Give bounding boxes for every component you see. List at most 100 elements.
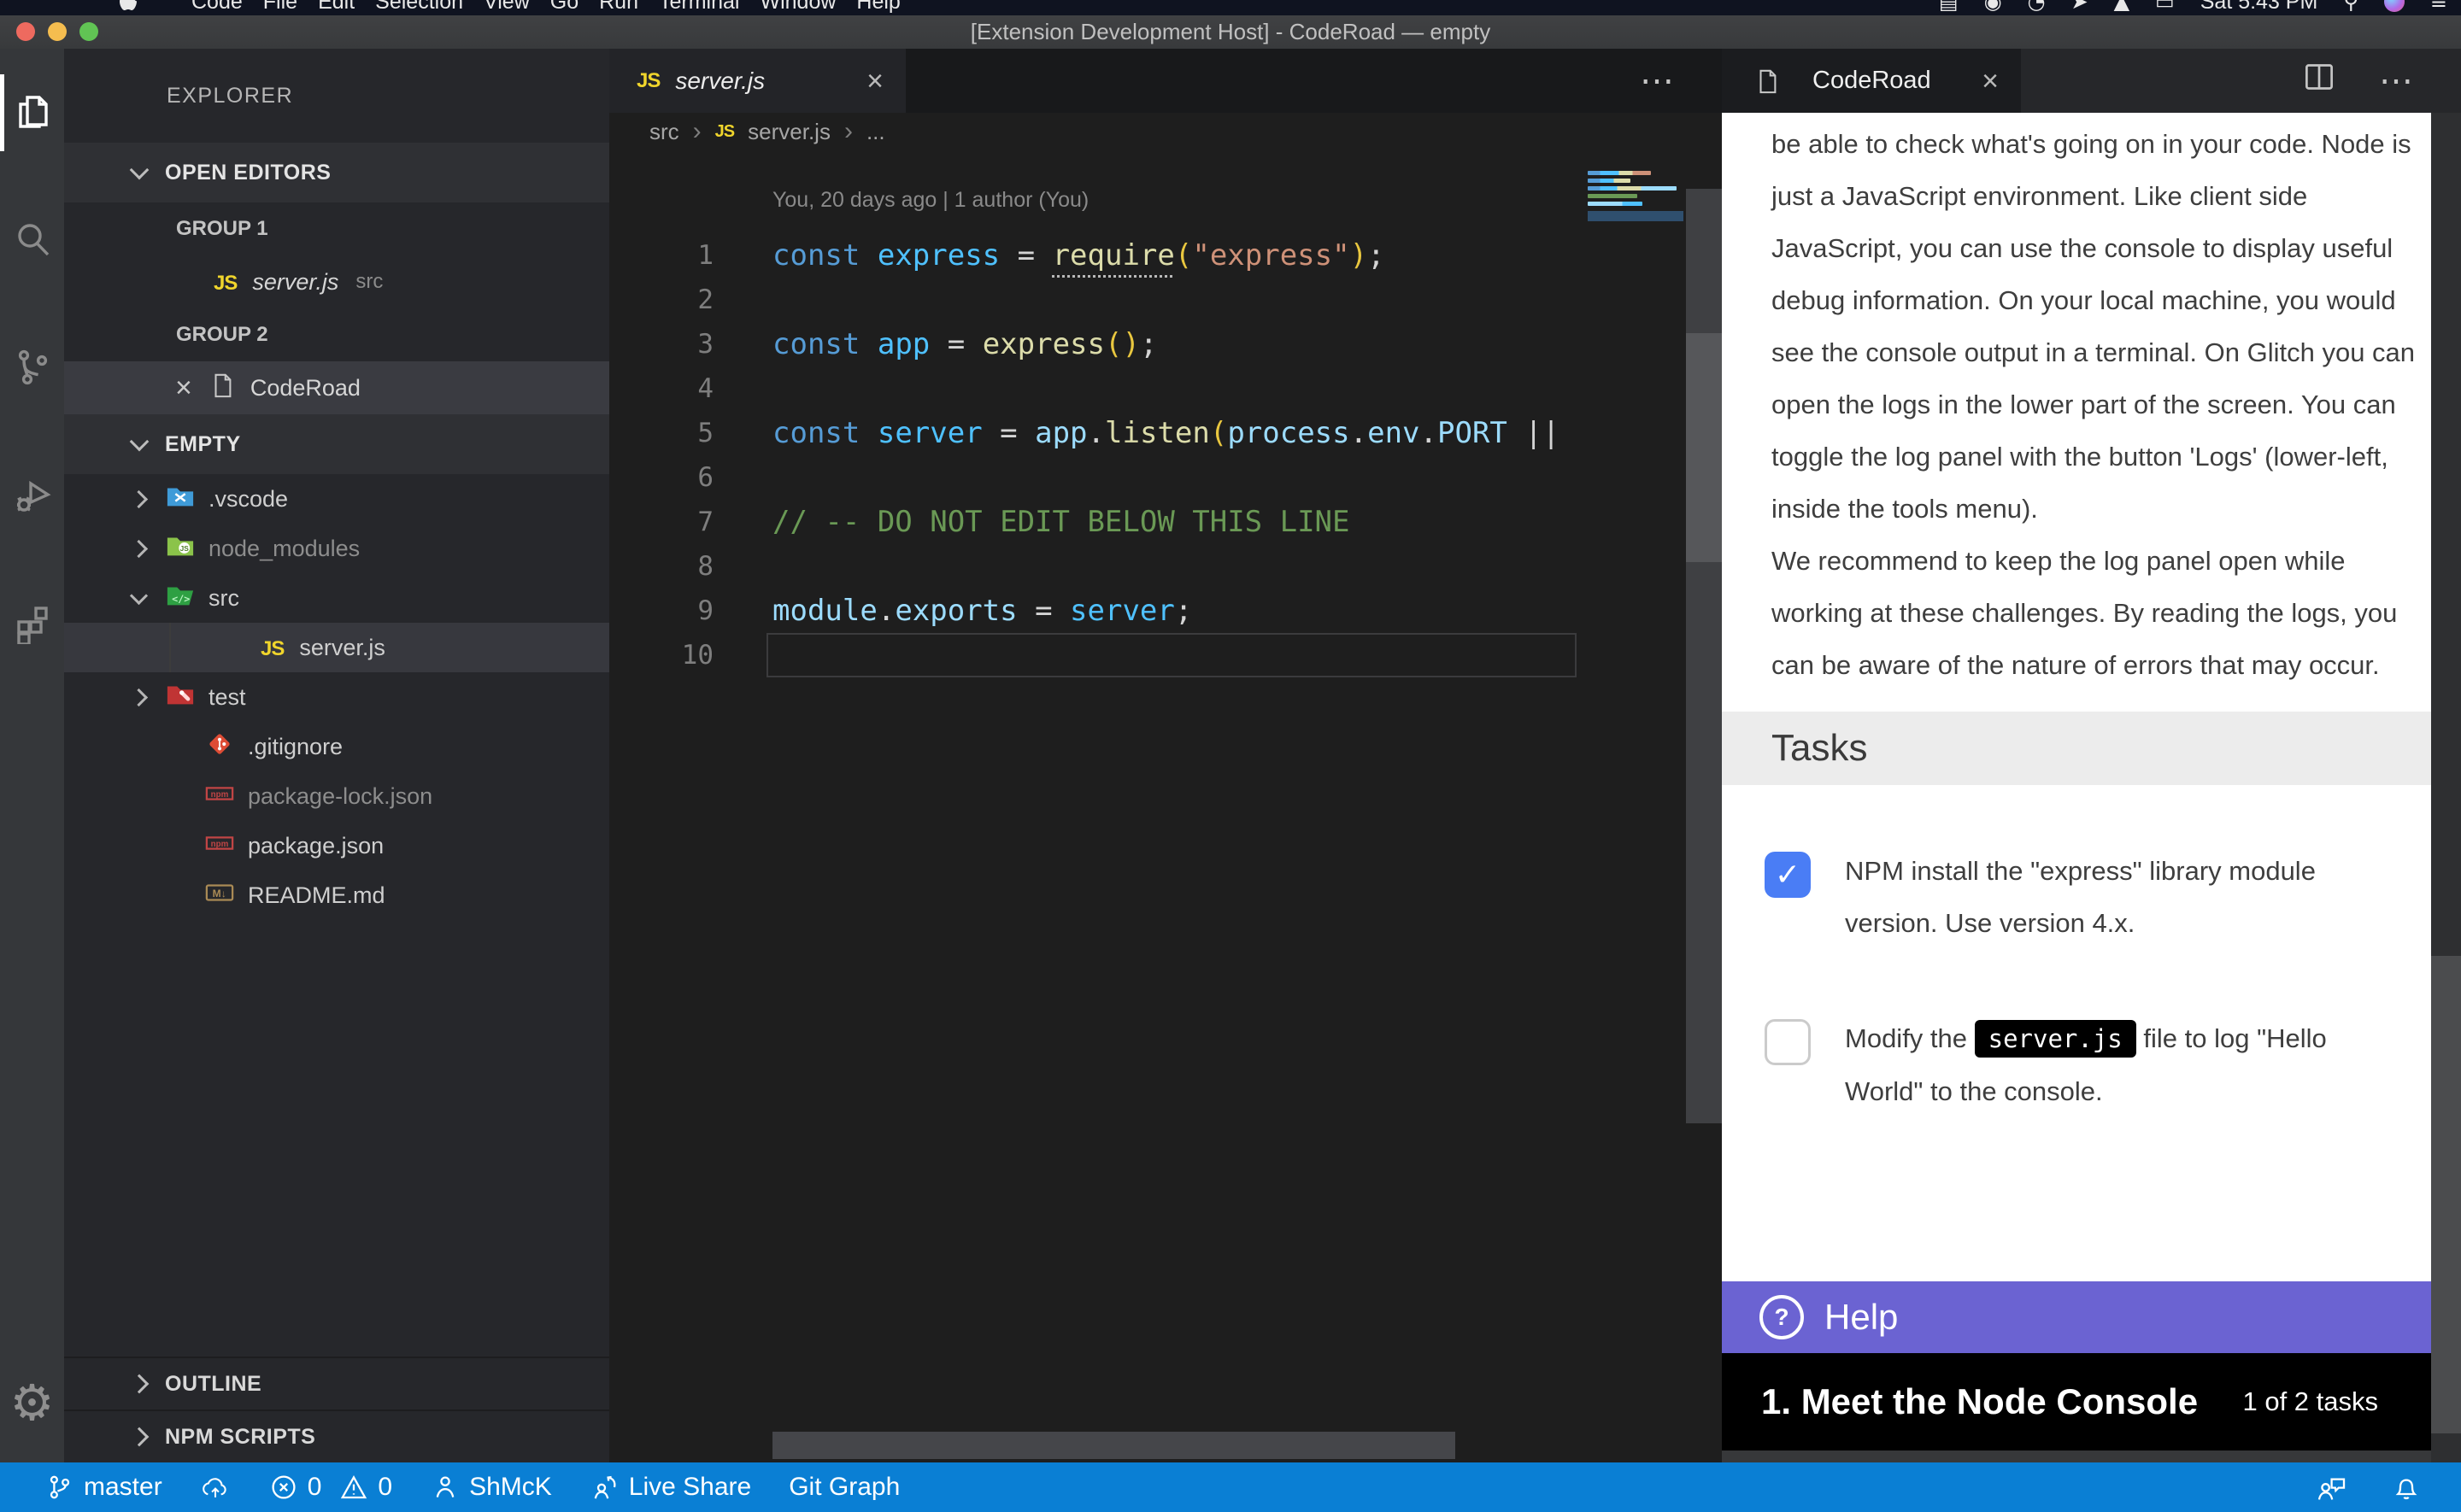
code-line-10: 10 xyxy=(609,633,1722,677)
tree-item-package-json[interactable]: npm package.json xyxy=(64,821,609,870)
task-row-1: ✓NPM install the "express" library modul… xyxy=(1765,845,2431,949)
menu-item-file[interactable]: File xyxy=(263,0,297,15)
person-icon xyxy=(430,1474,461,1501)
vertical-scrollbar[interactable] xyxy=(1686,189,1722,1123)
tree-item--vscode[interactable]: .vscode xyxy=(64,474,609,524)
split-editor-icon[interactable] xyxy=(2304,62,2335,101)
status-master[interactable]: master xyxy=(44,1473,162,1502)
menu-item-terminal[interactable]: Terminal xyxy=(659,0,739,15)
help-section-button[interactable]: ? Help xyxy=(1722,1281,2431,1353)
tree-item-package-lock-json[interactable]: npmpackage-lock.json xyxy=(64,771,609,821)
svg-text:M↓: M↓ xyxy=(213,888,226,900)
activity-source-control-button[interactable] xyxy=(0,305,64,433)
chevron-right-icon: › xyxy=(844,117,853,146)
activity-search-button[interactable] xyxy=(0,177,64,305)
sync-icon xyxy=(200,1474,231,1501)
status-git-graph[interactable]: Git Graph xyxy=(789,1473,900,1502)
activity-run-debug-button[interactable] xyxy=(0,433,64,561)
files-icon xyxy=(12,91,53,136)
menu-item-code[interactable]: Code xyxy=(191,0,243,15)
status-sync-icon[interactable] xyxy=(200,1474,231,1501)
tree-item-server-js[interactable]: JSserver.js xyxy=(64,623,609,672)
tree-item-label: test xyxy=(209,684,246,711)
src-folder-icon: </> xyxy=(166,583,209,614)
shield-icon[interactable]: ◉ xyxy=(1984,0,2002,14)
status-live-share[interactable]: Live Share xyxy=(590,1473,751,1502)
minimap[interactable] xyxy=(1588,171,1683,221)
more-actions-icon[interactable]: ⋯ xyxy=(2379,62,2413,101)
code-editor[interactable]: You, 20 days ago | 1 author (You) 1const… xyxy=(609,150,1722,1462)
menu-item-edit[interactable]: Edit xyxy=(318,0,355,15)
codelens-annotation[interactable]: You, 20 days ago | 1 author (You) xyxy=(772,188,1089,213)
menu-item-view[interactable]: View xyxy=(484,0,530,15)
activity-manage-button[interactable]: ⚙ xyxy=(0,1343,64,1462)
status-shmck[interactable]: ShMcK xyxy=(430,1473,552,1502)
menu-item-help[interactable]: Help xyxy=(856,0,900,15)
spotlight-icon[interactable]: ⚲ xyxy=(2343,0,2358,14)
control-center-icon[interactable]: ≡ xyxy=(2430,0,2447,14)
tree-item-src[interactable]: </>src xyxy=(64,573,609,623)
scrollbar-thumb[interactable] xyxy=(1686,333,1722,562)
open-editor-detail: src xyxy=(355,270,383,294)
status-label: 0 xyxy=(378,1473,392,1502)
dnd-icon[interactable]: ◔ xyxy=(2028,0,2046,14)
close-icon[interactable]: × xyxy=(175,373,192,402)
window-zoom-button[interactable] xyxy=(79,22,98,41)
horizontal-scrollbar-thumb[interactable] xyxy=(772,1432,1455,1459)
task-checkbox-2[interactable] xyxy=(1765,1019,1811,1065)
tree-item-node-modules[interactable]: JSnode_modules xyxy=(64,524,609,573)
menu-item-window[interactable]: Window xyxy=(760,0,836,15)
menu-item-run[interactable]: Run xyxy=(599,0,638,15)
tree-item-label: package.json xyxy=(248,833,384,859)
code-text: const app = express(); xyxy=(714,327,1157,361)
outline-panel-header[interactable]: OUTLINE xyxy=(64,1357,609,1409)
tree-item--gitignore[interactable]: .gitignore xyxy=(64,722,609,771)
siri-icon[interactable] xyxy=(2384,0,2405,12)
status-bell-icon[interactable] xyxy=(2391,1474,2422,1501)
task-checkbox-1[interactable]: ✓ xyxy=(1765,852,1811,898)
vscode-window: Code File Edit Selection View Go Run Terminal Wi… xyxy=(0,0,2461,1512)
tree-item-test[interactable]: test xyxy=(64,672,609,722)
code-line-3: 3const app = express(); xyxy=(609,322,1722,366)
breadcrumb-symbol[interactable]: ... xyxy=(866,119,885,145)
breadcrumb-src[interactable]: src xyxy=(649,119,679,145)
close-icon[interactable]: × xyxy=(1982,67,1999,96)
keyboard-icon[interactable]: ▤ xyxy=(1939,0,1959,14)
tab-server-js[interactable]: JS server.js × xyxy=(609,49,906,113)
scrollbar-thumb[interactable] xyxy=(2431,956,2461,1433)
window-close-button[interactable] xyxy=(16,22,35,41)
gear-icon: ⚙ xyxy=(10,1378,55,1427)
status-label: Live Share xyxy=(629,1473,751,1502)
status-feedback-icon[interactable] xyxy=(2316,1474,2346,1501)
open-editor-server-js[interactable]: JSserver.jssrc xyxy=(64,255,609,308)
tab-coderoad[interactable]: CodeRoad × xyxy=(1722,49,2021,113)
code-line-9: 9module.exports = server; xyxy=(609,589,1722,633)
more-actions-icon[interactable]: ⋯ xyxy=(1640,62,1674,101)
activity-explorer-button[interactable] xyxy=(0,49,64,177)
apple-menu-icon[interactable] xyxy=(118,0,138,14)
battery-icon[interactable]: ▭ xyxy=(2155,0,2175,14)
window-minimize-button[interactable] xyxy=(48,22,67,41)
code-line-5: 5const server = app.listen(process.env.P… xyxy=(609,411,1722,455)
breadcrumb-file[interactable]: server.js xyxy=(748,119,831,145)
menu-item-selection[interactable]: Selection xyxy=(375,0,463,15)
lesson-footer-button[interactable]: 1. Meet the Node Console 1 of 2 tasks xyxy=(1722,1353,2431,1450)
folder-root-header[interactable]: EMPTY xyxy=(64,414,609,474)
svg-text:</>: </> xyxy=(172,592,190,604)
activity-extensions-button[interactable] xyxy=(0,561,64,689)
menubar-clock[interactable]: Sat 5:43 PM xyxy=(2200,0,2318,15)
open-editor-coderoad[interactable]: ×CodeRoad xyxy=(64,361,609,414)
npm-scripts-panel-header[interactable]: NPM SCRIPTS xyxy=(64,1409,609,1462)
menu-item-go[interactable]: Go xyxy=(550,0,579,15)
tree-item-readme-md[interactable]: M↓README.md xyxy=(64,870,609,920)
menubar-right-icons: ⚲≡ xyxy=(2343,0,2447,14)
cursor-icon[interactable]: ➤ xyxy=(2070,0,2088,14)
status-0[interactable]: 0 xyxy=(338,1473,392,1502)
code-line-8: 8 xyxy=(609,544,1722,589)
svg-text:npm: npm xyxy=(211,840,229,849)
open-editors-header[interactable]: OPEN EDITORS xyxy=(64,143,609,202)
play-icon[interactable]: ▲ xyxy=(2114,0,2129,14)
close-icon[interactable]: × xyxy=(866,67,884,96)
status-0[interactable]: 0 xyxy=(268,1473,322,1502)
webview-scrollbar[interactable] xyxy=(2431,113,2461,1462)
